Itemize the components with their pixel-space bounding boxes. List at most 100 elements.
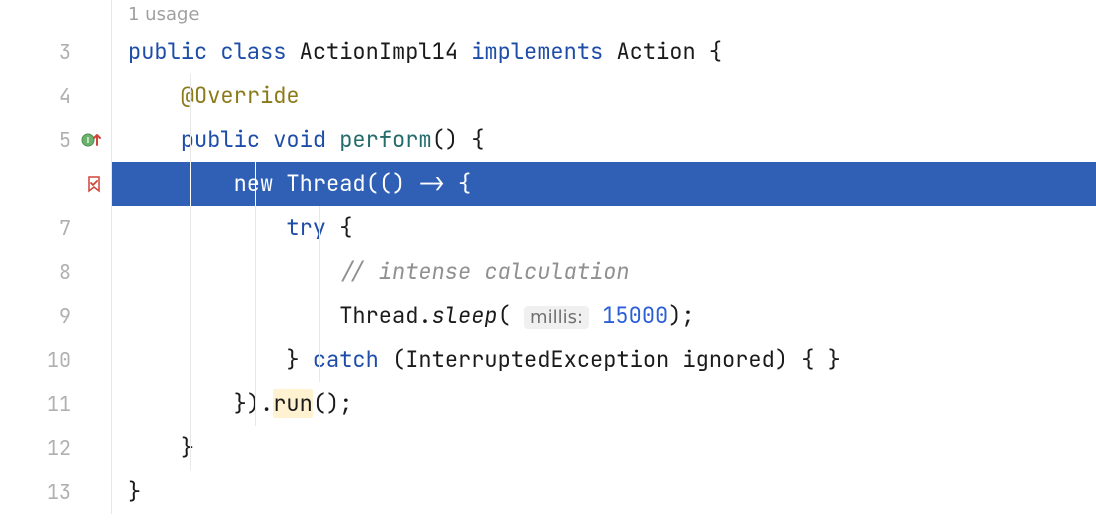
gutter-cell bbox=[0, 162, 112, 206]
code-content[interactable]: @Override bbox=[112, 74, 1096, 118]
indent-guide bbox=[255, 382, 256, 426]
annotation-override: @Override bbox=[181, 81, 300, 110]
code-content[interactable]: Thread.sleep( millis: 15000); bbox=[112, 294, 1096, 338]
brace: } bbox=[181, 433, 194, 462]
indent-guide bbox=[319, 338, 320, 382]
number-literal: 15000 bbox=[602, 301, 668, 330]
static-method: sleep bbox=[432, 301, 498, 330]
line-number: 10 bbox=[47, 338, 71, 382]
code-line[interactable]: 13 } bbox=[0, 470, 1096, 514]
keyword-try: try bbox=[286, 213, 326, 242]
method-tail: () { bbox=[432, 125, 485, 154]
line-number: 11 bbox=[47, 382, 71, 426]
usage-row: 1 usage bbox=[0, 0, 1096, 30]
method-name: perform bbox=[339, 125, 431, 154]
interface-implemented-icon[interactable]: I bbox=[81, 131, 103, 149]
line-number: 13 bbox=[47, 470, 71, 514]
code-content[interactable]: try { bbox=[112, 206, 1096, 250]
code-content[interactable]: public class ActionImpl14 implements Act… bbox=[112, 30, 1096, 74]
code-content[interactable]: public void perform() { bbox=[112, 118, 1096, 162]
gutter-cell: 11 bbox=[0, 382, 112, 426]
gutter-cell: 9 bbox=[0, 294, 112, 338]
code-line[interactable]: 5 I public void perform() { bbox=[0, 118, 1096, 162]
line-number: 12 bbox=[47, 426, 71, 470]
line-number: 9 bbox=[59, 294, 71, 338]
interface-name: Action bbox=[616, 37, 695, 66]
line-number: 4 bbox=[59, 74, 71, 118]
brace: { bbox=[326, 213, 352, 242]
code-line[interactable]: 7 try { bbox=[0, 206, 1096, 250]
indent-guide bbox=[190, 250, 191, 294]
space bbox=[589, 301, 602, 330]
indent-guide bbox=[255, 162, 256, 206]
code-line-selected[interactable]: new Thread(() -> { bbox=[0, 162, 1096, 206]
indent-guide bbox=[255, 294, 256, 338]
method-receiver: Thread. bbox=[339, 301, 431, 330]
line-number: 8 bbox=[59, 250, 71, 294]
keyword-public: public bbox=[128, 37, 207, 66]
code-line[interactable]: 12 } bbox=[0, 426, 1096, 470]
indent-guide bbox=[255, 338, 256, 382]
class-name: ActionImpl14 bbox=[300, 37, 458, 66]
gutter-cell: 3 bbox=[0, 30, 112, 74]
code-content[interactable]: } bbox=[112, 470, 1096, 514]
indent-guide bbox=[190, 382, 191, 426]
keyword-void: void bbox=[273, 125, 326, 154]
indent-guide bbox=[190, 118, 191, 162]
code-line[interactable]: 4 @Override bbox=[0, 74, 1096, 118]
gutter-cell: 13 bbox=[0, 470, 112, 514]
param-hint: millis: bbox=[524, 306, 589, 329]
paren-close: ); bbox=[668, 301, 694, 330]
usage-hint[interactable]: 1 usage bbox=[112, 0, 1096, 30]
keyword-implements: implements bbox=[471, 37, 603, 66]
close-paren: }). bbox=[234, 389, 274, 418]
indent-guide bbox=[319, 250, 320, 294]
line-number: 7 bbox=[59, 206, 71, 250]
keyword-catch: catch bbox=[313, 345, 379, 374]
lambda-tail: (() -> { bbox=[366, 169, 472, 198]
indent-guide bbox=[190, 162, 191, 206]
bookmark-check-icon[interactable] bbox=[85, 175, 103, 193]
indent-guide bbox=[190, 426, 191, 470]
gutter-cell: 12 bbox=[0, 426, 112, 470]
code-content[interactable]: new Thread(() -> { bbox=[112, 162, 1096, 206]
code-content[interactable]: }).run(); bbox=[112, 382, 1096, 426]
code-line[interactable]: 10 } catch (InterruptedException ignored… bbox=[0, 338, 1096, 382]
indent-guide bbox=[190, 294, 191, 338]
brace: { bbox=[696, 37, 722, 66]
indent-guide bbox=[190, 338, 191, 382]
code-line[interactable]: 9 Thread.sleep( millis: 15000); bbox=[0, 294, 1096, 338]
brace: } bbox=[128, 477, 141, 506]
indent-guide bbox=[319, 206, 320, 250]
gutter-cell: 4 bbox=[0, 74, 112, 118]
keyword-class: class bbox=[220, 37, 286, 66]
highlighted-method: run bbox=[273, 389, 313, 418]
gutter-cell bbox=[0, 0, 112, 30]
code-line[interactable]: 11 }).run(); bbox=[0, 382, 1096, 426]
indent-guide bbox=[319, 294, 320, 338]
indent-guide bbox=[190, 74, 191, 118]
gutter-cell: 8 bbox=[0, 250, 112, 294]
indent-guide bbox=[190, 206, 191, 250]
keyword-new: new bbox=[234, 169, 274, 198]
gutter-cell: 10 bbox=[0, 338, 112, 382]
line-number: 5 bbox=[59, 118, 71, 162]
code-line[interactable]: 3 public class ActionImpl14 implements A… bbox=[0, 30, 1096, 74]
paren-open: ( bbox=[498, 301, 511, 330]
gutter-cell: 7 bbox=[0, 206, 112, 250]
catch-params: (InterruptedException ignored) { } bbox=[379, 345, 841, 374]
indent-guide bbox=[255, 250, 256, 294]
type-thread: Thread bbox=[286, 169, 365, 198]
code-line[interactable]: 8 // intense calculation bbox=[0, 250, 1096, 294]
code-content[interactable]: } bbox=[112, 426, 1096, 470]
code-content[interactable]: // intense calculation bbox=[112, 250, 1096, 294]
keyword-public: public bbox=[181, 125, 260, 154]
brace-close: } bbox=[286, 345, 312, 374]
line-number: 3 bbox=[59, 30, 71, 74]
icon-letter: I bbox=[87, 136, 89, 145]
indent-guide bbox=[255, 206, 256, 250]
comment: // intense calculation bbox=[339, 257, 629, 286]
code-editor[interactable]: 1 usage 3 public class ActionImpl14 impl… bbox=[0, 0, 1096, 514]
call-tail: (); bbox=[313, 389, 353, 418]
code-content[interactable]: } catch (InterruptedException ignored) {… bbox=[112, 338, 1096, 382]
